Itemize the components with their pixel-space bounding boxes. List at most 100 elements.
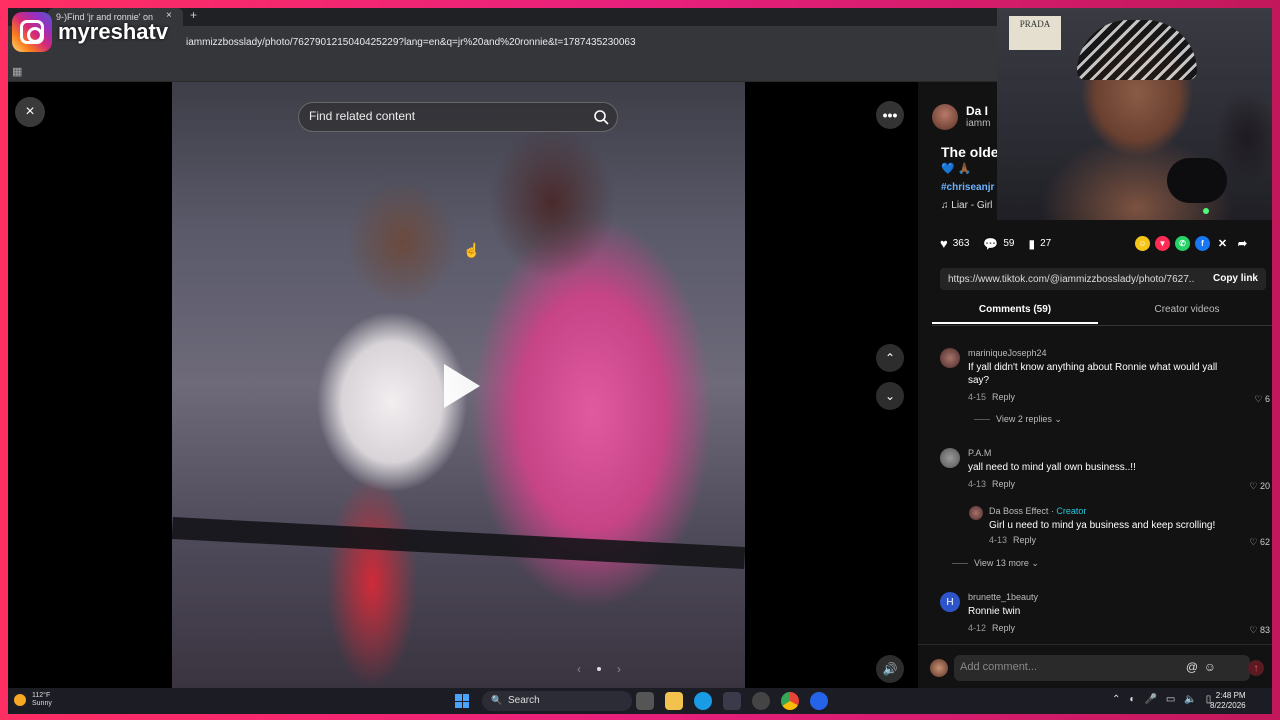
- clock-date: 8/22/2026: [1210, 701, 1246, 710]
- volume-button[interactable]: 🔊: [876, 655, 904, 683]
- link-box: https://www.tiktok.com/@iammizzbosslady/…: [940, 268, 1266, 290]
- tray-app-icon[interactable]: ◐: [1129, 694, 1135, 705]
- share-facebook-icon[interactable]: f: [1195, 236, 1210, 251]
- tab-creator-videos[interactable]: Creator videos: [1112, 304, 1262, 315]
- chrome-icon[interactable]: [781, 692, 799, 710]
- reply-avatar[interactable]: [969, 506, 983, 520]
- send-icon[interactable]: ↑: [1248, 660, 1264, 676]
- avatar-letter: H: [946, 596, 954, 608]
- author-name[interactable]: Da I: [966, 104, 990, 118]
- reply-item: Da Boss Effect · Creator Girl u need to …: [969, 506, 1270, 576]
- comment-username[interactable]: mariniqueJoseph24: [968, 348, 1047, 358]
- heart-outline-icon: ♡: [1249, 625, 1260, 635]
- reply-button[interactable]: Reply: [992, 623, 1015, 633]
- view-replies-button[interactable]: View 2 replies ⌄: [974, 414, 1062, 425]
- search-icon[interactable]: [591, 107, 611, 127]
- file-explorer-icon[interactable]: [665, 692, 683, 710]
- sun-icon: [14, 694, 26, 706]
- mic-led: [1203, 208, 1209, 214]
- comment-box[interactable]: @ ☺ ↑: [954, 655, 1264, 681]
- comment-meta: 4-13 Reply: [968, 479, 1015, 489]
- share-arrow-icon[interactable]: ➦: [1235, 236, 1250, 251]
- tray-chevron-icon[interactable]: ⌃: [1112, 694, 1120, 705]
- add-comment-input[interactable]: [960, 661, 1190, 673]
- task-view-icon[interactable]: [636, 692, 654, 710]
- related-search[interactable]: [298, 102, 618, 132]
- comment-like[interactable]: ♡ 83: [1249, 625, 1270, 636]
- prev-photo-icon[interactable]: ‹: [577, 662, 581, 676]
- next-photo-icon[interactable]: ›: [617, 662, 621, 676]
- post-description: The olde: [941, 144, 999, 160]
- reply-username[interactable]: Da Boss Effect · Creator: [989, 506, 1086, 516]
- clock-time: 2:48 PM: [1215, 691, 1246, 700]
- reply-button[interactable]: Reply: [992, 392, 1015, 402]
- stream-frame: 9-)Find 'jr and ronnie' on × + iammizzbo…: [0, 0, 1280, 720]
- share-snap-icon[interactable]: ☺: [1135, 236, 1150, 251]
- start-button[interactable]: [455, 694, 469, 708]
- more-icon: •••: [882, 107, 898, 123]
- carousel-dot[interactable]: [597, 667, 601, 671]
- play-icon[interactable]: [444, 364, 480, 408]
- save-button[interactable]: ▮ 27: [1028, 237, 1051, 251]
- weather-cond: Sunny: [32, 700, 52, 707]
- apps-grid-icon[interactable]: ▦: [12, 65, 22, 78]
- network-icon[interactable]: ▭: [1166, 694, 1175, 705]
- store-icon[interactable]: [723, 692, 741, 710]
- post-emoji: 💙 🙏🏾: [941, 163, 972, 175]
- panel-tabs: Comments (59) Creator videos: [932, 300, 1272, 326]
- volume-icon[interactable]: 🔈: [1184, 694, 1196, 705]
- microphone-icon[interactable]: 🎤: [1144, 694, 1156, 705]
- comment-like[interactable]: ♡ 20: [1249, 481, 1270, 492]
- share-x-icon[interactable]: ✕: [1215, 236, 1230, 251]
- new-tab-icon[interactable]: +: [190, 8, 197, 22]
- comment-username[interactable]: brunette_1beauty: [968, 592, 1038, 602]
- bookmark-icon: ▮: [1028, 236, 1036, 251]
- save-count: 27: [1040, 238, 1052, 249]
- related-search-input[interactable]: [309, 109, 569, 123]
- post-photo[interactable]: ‹ ›: [172, 82, 745, 688]
- like-button[interactable]: ♥ 363: [940, 236, 969, 251]
- post-link[interactable]: https://www.tiktok.com/@iammizzbosslady/…: [948, 274, 1194, 285]
- obs-icon[interactable]: [752, 692, 770, 710]
- comment-item: P.A.M yall need to mind yall own busines…: [940, 448, 1270, 498]
- author[interactable]: Da I iamm: [932, 104, 990, 130]
- webcam-microphone: [1167, 158, 1227, 203]
- search-icon: 🔍: [491, 695, 503, 705]
- reply-text: Girl u need to mind ya business and keep…: [989, 520, 1216, 531]
- comment-avatar[interactable]: [940, 348, 960, 368]
- volume-icon: 🔊: [882, 662, 898, 676]
- edge-icon[interactable]: [694, 692, 712, 710]
- url-text[interactable]: iammizzbosslady/photo/762790121504042522…: [186, 37, 636, 48]
- post-music[interactable]: ♫ Liar - Girl: [941, 200, 992, 211]
- emoji-icon[interactable]: ☺: [1204, 660, 1216, 674]
- heart-outline-icon: ♡: [1249, 537, 1260, 547]
- share-repost-icon[interactable]: ▼: [1155, 236, 1170, 251]
- mention-icon[interactable]: @: [1186, 660, 1198, 674]
- comment-meta: 4-12 Reply: [968, 623, 1015, 633]
- comment-avatar[interactable]: [940, 448, 960, 468]
- post-hashtags[interactable]: #chriseanjr #: [941, 182, 1003, 193]
- reply-like[interactable]: ♡ 62: [1249, 537, 1270, 548]
- close-button[interactable]: ×: [15, 97, 45, 127]
- reply-button[interactable]: Reply: [1013, 535, 1036, 545]
- copy-link-button[interactable]: Copy link: [1213, 273, 1258, 284]
- comment-avatar[interactable]: H: [940, 592, 960, 612]
- view-more-button[interactable]: View 13 more ⌄: [952, 558, 1039, 569]
- taskbar-apps: [636, 692, 828, 710]
- taskbar-search[interactable]: 🔍 Search: [482, 691, 632, 711]
- more-options-button[interactable]: •••: [876, 101, 904, 129]
- next-post-button[interactable]: ⌄: [876, 382, 904, 410]
- weather-widget[interactable]: 112°F Sunny: [14, 692, 52, 708]
- author-avatar[interactable]: [932, 104, 958, 130]
- comment-button[interactable]: 💬 59: [983, 237, 1014, 251]
- app-icon[interactable]: [810, 692, 828, 710]
- taskbar-clock[interactable]: 2:48 PM 8/22/2026: [1210, 691, 1246, 711]
- share-whatsapp-icon[interactable]: ✆: [1175, 236, 1190, 251]
- comment-like[interactable]: ♡ 6: [1254, 394, 1270, 405]
- comment-username[interactable]: P.A.M: [968, 448, 991, 458]
- tab-comments[interactable]: Comments (59): [932, 304, 1098, 324]
- previous-post-button[interactable]: ⌃: [876, 344, 904, 372]
- author-handle: iamm: [966, 118, 991, 129]
- channel-name: myreshatv: [58, 19, 169, 44]
- reply-button[interactable]: Reply: [992, 479, 1015, 489]
